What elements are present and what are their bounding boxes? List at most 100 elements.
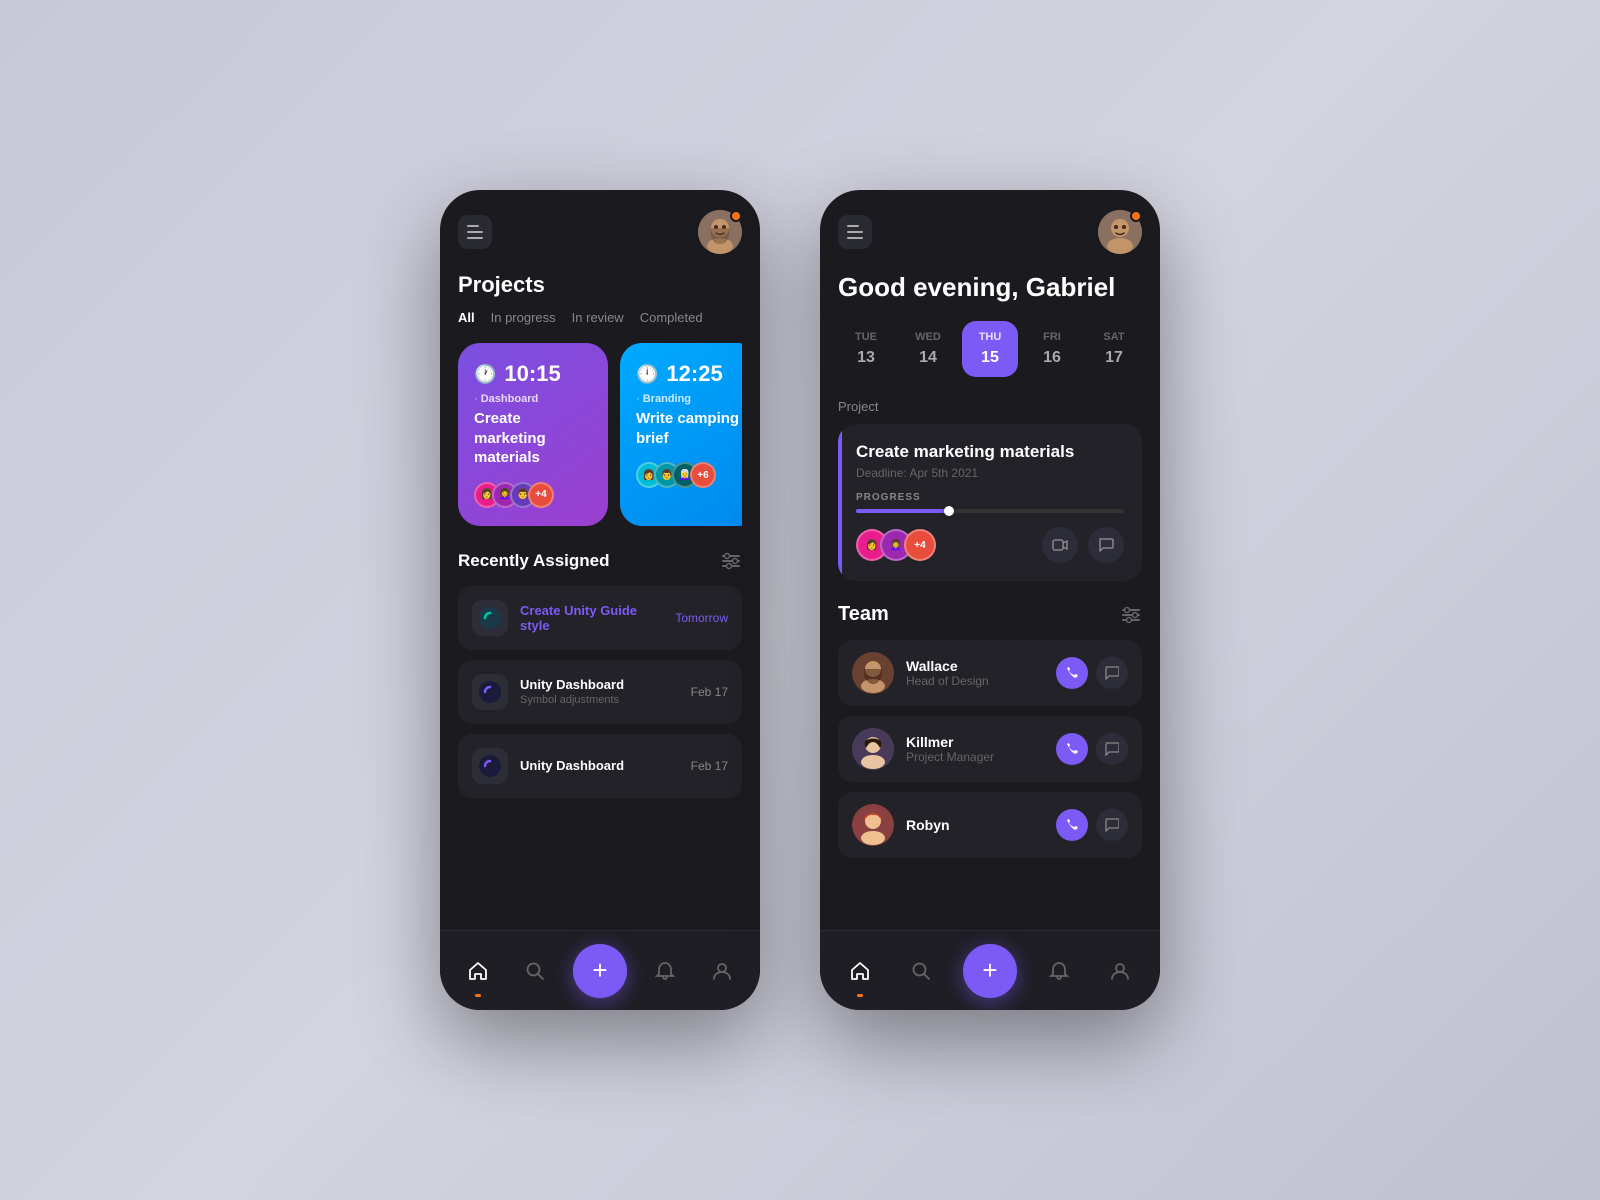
cal-num-sat: 17: [1105, 349, 1123, 367]
team-filter-icon[interactable]: [1120, 604, 1142, 626]
team-title: Team: [838, 603, 889, 626]
card-title-1: Create marketing materials: [474, 409, 592, 468]
member-name-robyn: Robyn: [906, 817, 1044, 833]
right-nav-add[interactable]: +: [963, 944, 1017, 998]
left-header: [458, 210, 742, 254]
right-menu-button[interactable]: [838, 215, 872, 249]
member-actions-robyn: [1056, 809, 1128, 841]
project-tabs: All In progress In review Completed: [458, 310, 742, 325]
team-member-killmer: Killmer Project Manager: [838, 716, 1142, 782]
nav-bell[interactable]: [647, 953, 683, 989]
calendar: TUE 13 WED 14 THU 15 FRI 16 SAT 17: [838, 321, 1142, 377]
nav-home[interactable]: [460, 953, 496, 989]
clock-icon-2: 🕛: [636, 364, 658, 385]
task-sub-2: Symbol adjustments: [520, 694, 679, 706]
right-phone: Good evening, Gabriel TUE 13 WED 14 THU …: [820, 190, 1160, 1010]
nav-profile[interactable]: [704, 953, 740, 989]
cal-day-sat[interactable]: SAT 17: [1086, 321, 1142, 377]
left-bottom-nav: +: [440, 930, 760, 1010]
member-avatar-wallace: [852, 652, 894, 694]
member-avatar-killmer: [852, 728, 894, 770]
cal-label-sat: SAT: [1103, 331, 1124, 343]
project-card-dashboard[interactable]: 🕐 10:15 · Dashboard Create marketing mat…: [458, 343, 608, 526]
right-nav-bell[interactable]: [1041, 953, 1077, 989]
nav-add[interactable]: +: [573, 944, 627, 998]
progress-bar: [856, 509, 1124, 513]
cal-day-tue[interactable]: TUE 13: [838, 321, 894, 377]
card-time-1: 10:15: [504, 361, 560, 387]
task-icon-1: [472, 600, 508, 636]
right-user-avatar[interactable]: [1098, 210, 1142, 254]
cal-day-fri[interactable]: FRI 16: [1024, 321, 1080, 377]
task-item-2[interactable]: Unity Dashboard Symbol adjustments Feb 1…: [458, 660, 742, 724]
left-phone: Projects All In progress In review Compl…: [440, 190, 760, 1010]
team-header: Team: [838, 603, 1142, 626]
member-role-wallace: Head of Design: [906, 674, 1044, 688]
right-notification-dot: [1130, 210, 1142, 222]
task-date-2: Feb 17: [691, 685, 728, 699]
tab-completed[interactable]: Completed: [640, 310, 703, 325]
call-wallace-button[interactable]: [1056, 657, 1088, 689]
task-name-2: Unity Dashboard: [520, 677, 679, 692]
member-actions-wallace: [1056, 657, 1128, 689]
message-wallace-button[interactable]: [1096, 657, 1128, 689]
clock-icon: 🕐: [474, 364, 496, 385]
member-info-wallace: Wallace Head of Design: [906, 658, 1044, 688]
tab-in-review[interactable]: In review: [572, 310, 624, 325]
card-category-2: Branding: [643, 393, 691, 405]
tab-all[interactable]: All: [458, 310, 475, 325]
project-actions: [1042, 527, 1124, 563]
task-item-3[interactable]: Unity Dashboard Feb 17: [458, 734, 742, 798]
project-card-title: Create marketing materials: [856, 442, 1124, 462]
recently-assigned-header: Recently Assigned: [458, 550, 742, 572]
right-nav-home[interactable]: [842, 953, 878, 989]
team-member-robyn: Robyn: [838, 792, 1142, 858]
avatar-count-1: +4: [528, 482, 554, 508]
card-avatars-1: 👩 👩‍🦱 👨 +4: [474, 482, 592, 508]
filter-icon[interactable]: [720, 550, 742, 572]
user-avatar[interactable]: [698, 210, 742, 254]
task-icon-3: [472, 748, 508, 784]
greeting-text: Good evening, Gabriel: [838, 272, 1142, 303]
cal-day-thu[interactable]: THU 15: [962, 321, 1018, 377]
right-nav-search[interactable]: [903, 953, 939, 989]
message-robyn-button[interactable]: [1096, 809, 1128, 841]
menu-button[interactable]: [458, 215, 492, 249]
menu-icon: [467, 225, 483, 239]
cal-day-wed[interactable]: WED 14: [900, 321, 956, 377]
cal-num-wed: 14: [919, 349, 937, 367]
chat-button[interactable]: [1088, 527, 1124, 563]
member-name-wallace: Wallace: [906, 658, 1044, 674]
video-call-button[interactable]: [1042, 527, 1078, 563]
nav-search[interactable]: [517, 953, 553, 989]
cal-label-thu: THU: [979, 331, 1002, 343]
call-robyn-button[interactable]: [1056, 809, 1088, 841]
task-info-3: Unity Dashboard: [520, 758, 679, 773]
cal-label-fri: FRI: [1043, 331, 1061, 343]
task-name-1: Create Unity Guide style: [520, 603, 663, 633]
recently-assigned-title: Recently Assigned: [458, 551, 609, 571]
member-name-killmer: Killmer: [906, 734, 1044, 750]
right-nav-profile[interactable]: [1102, 953, 1138, 989]
project-detail-card[interactable]: Create marketing materials Deadline: Apr…: [838, 424, 1142, 581]
member-info-killmer: Killmer Project Manager: [906, 734, 1044, 764]
notification-dot: [730, 210, 742, 222]
cal-num-thu: 15: [981, 349, 999, 367]
avatar-count-2: +6: [690, 462, 716, 488]
tab-in-progress[interactable]: In progress: [491, 310, 556, 325]
cal-num-fri: 16: [1043, 349, 1061, 367]
member-avatar-robyn: [852, 804, 894, 846]
card-category-1: Dashboard: [481, 393, 538, 405]
message-killmer-button[interactable]: [1096, 733, 1128, 765]
cal-num-tue: 13: [857, 349, 875, 367]
call-killmer-button[interactable]: [1056, 733, 1088, 765]
right-header: [838, 210, 1142, 254]
task-date-1: Tomorrow: [675, 611, 728, 625]
projects-title: Projects: [458, 272, 742, 298]
member-info-robyn: Robyn: [906, 817, 1044, 833]
card-title-2: Write camping brief: [636, 409, 742, 448]
task-item-1[interactable]: Create Unity Guide style Tomorrow: [458, 586, 742, 650]
project-card-branding[interactable]: 🕛 12:25 · Branding Write camping brief 👩…: [620, 343, 742, 526]
project-cards: 🕐 10:15 · Dashboard Create marketing mat…: [458, 343, 742, 526]
task-info-1: Create Unity Guide style: [520, 603, 663, 633]
